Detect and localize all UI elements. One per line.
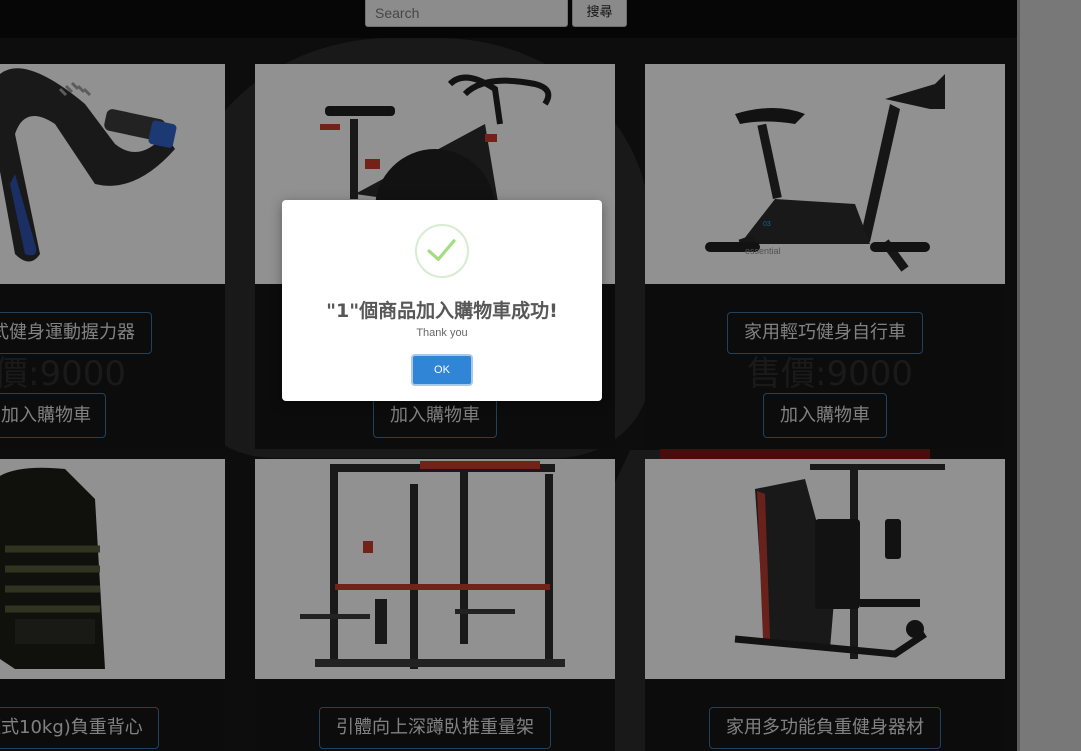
success-dialog: "1"個商品加入購物車成功! Thank you OK (282, 200, 602, 401)
check-icon (427, 239, 456, 261)
dialog-message: Thank you (416, 327, 468, 339)
ok-button[interactable]: OK (411, 354, 473, 386)
dialog-title: "1"個商品加入購物車成功! (326, 300, 558, 322)
success-icon (415, 224, 469, 278)
